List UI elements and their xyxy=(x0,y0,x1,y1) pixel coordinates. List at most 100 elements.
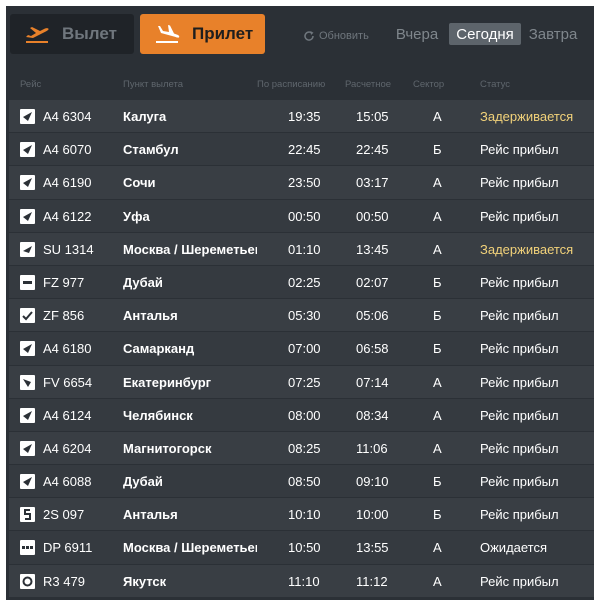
estimated-time: 03:17 xyxy=(356,175,389,191)
scheduled-time: 10:10 xyxy=(288,507,321,523)
table-row[interactable]: A4 6088 Дубай 08:50 09:10 Б Рейс прибыл xyxy=(9,465,594,499)
sector: Б xyxy=(433,274,442,290)
flight-number: R3 479 xyxy=(43,573,85,589)
flight-status: Рейс прибыл xyxy=(480,507,559,523)
scheduled-time: 07:25 xyxy=(288,374,321,390)
arrival-plane-icon xyxy=(152,23,182,45)
origin-city: Челябинск xyxy=(123,407,193,423)
estimated-time: 11:06 xyxy=(356,440,388,456)
origin-city: Самарканд xyxy=(123,341,195,357)
table-row[interactable]: R3 479 Якутск 11:10 11:12 А Рейс прибыл xyxy=(9,564,594,598)
estimated-time: 13:45 xyxy=(356,241,389,257)
table-header: Рейс Пункт вылета По расписанию Расчетно… xyxy=(6,76,594,92)
scheduled-time: 02:25 xyxy=(288,274,321,290)
sector: А xyxy=(433,440,442,456)
sector: Б xyxy=(433,507,442,523)
board-toolbar: Вылет Прилет Обновить Вчера Сегодня Завт… xyxy=(6,6,594,66)
day-yesterday-button[interactable]: Вчера xyxy=(392,23,442,45)
scheduled-time: 07:00 xyxy=(288,341,321,357)
departure-plane-icon xyxy=(22,23,52,45)
airline-logo-a4-icon xyxy=(20,208,35,224)
origin-city: Москва / Шереметьево xyxy=(123,241,257,257)
estimated-time: 02:07 xyxy=(356,274,389,290)
scheduled-time: 23:50 xyxy=(288,175,321,191)
arrivals-tab[interactable]: Прилет xyxy=(140,14,265,54)
origin-city: Дубай xyxy=(123,274,163,290)
flights-table: A4 6304 Калуга 19:35 15:05 А Задерживается A4… xyxy=(9,100,594,598)
scheduled-time: 01:10 xyxy=(288,241,321,257)
table-row[interactable]: A4 6190 Сочи 23:50 03:17 А Рейс прибыл xyxy=(9,166,594,200)
scheduled-time: 00:50 xyxy=(288,208,321,224)
origin-city: Магнитогорск xyxy=(123,440,212,456)
estimated-time: 08:34 xyxy=(356,407,389,423)
refresh-icon xyxy=(304,31,314,41)
flight-status: Рейс прибыл xyxy=(480,142,559,158)
flight-number: 2S 097 xyxy=(43,507,85,523)
sector: Б xyxy=(433,142,442,158)
flight-status: Рейс прибыл xyxy=(480,573,559,589)
flight-status: Рейс прибыл xyxy=(480,274,559,290)
origin-city: Уфа xyxy=(123,208,150,224)
table-row[interactable]: A4 6124 Челябинск 08:00 08:34 А Рейс прибыл xyxy=(9,398,594,432)
origin-city: Калуга xyxy=(123,109,167,124)
origin-city: Екатеринбург xyxy=(123,374,212,390)
table-row[interactable]: FZ 977 Дубай 02:25 02:07 Б Рейс прибыл xyxy=(9,265,594,300)
origin-city: Якутск xyxy=(123,573,167,589)
table-row[interactable]: A4 6122 Уфа 00:50 00:50 А Рейс прибыл xyxy=(9,199,594,233)
refresh-button[interactable]: Обновить xyxy=(303,28,369,44)
flight-status: Рейс прибыл xyxy=(480,374,559,390)
airline-logo-r3-icon xyxy=(20,573,35,589)
flight-number: ZF 856 xyxy=(43,308,85,324)
estimated-time: 13:55 xyxy=(356,540,389,556)
table-row[interactable]: DP 6911 Москва / Шереметьево 10:50 13:55 А Ож… xyxy=(9,531,594,565)
flight-status: Задерживается xyxy=(480,109,574,124)
origin-city: Анталья xyxy=(123,308,178,324)
sector: А xyxy=(433,374,442,390)
sector: А xyxy=(433,407,442,423)
column-header-scheduled: По расписанию xyxy=(257,79,326,90)
flight-board: Вылет Прилет Обновить Вчера Сегодня Завт… xyxy=(6,6,594,600)
day-tomorrow-button[interactable]: Завтра xyxy=(526,23,580,45)
airline-logo-a4-icon xyxy=(20,341,35,357)
estimated-time: 15:05 xyxy=(356,109,389,124)
airline-logo-dp-icon xyxy=(20,540,35,556)
airline-logo-zf-icon xyxy=(20,308,35,324)
column-header-status: Статус xyxy=(480,79,511,90)
table-row[interactable]: A4 6070 Стамбул 22:45 22:45 Б Рейс прибыл xyxy=(9,133,594,167)
airline-logo-a4-icon xyxy=(20,109,35,124)
origin-city: Москва / Шереметьево xyxy=(123,540,257,556)
table-row[interactable]: 2S 097 Анталья 10:10 10:00 Б Рейс прибыл xyxy=(9,498,594,532)
estimated-time: 11:12 xyxy=(356,573,388,589)
airline-logo-fv-icon xyxy=(20,374,35,390)
airline-logo-a4-icon xyxy=(20,175,35,191)
airline-logo-su-icon xyxy=(20,241,35,257)
flight-status: Рейс прибыл xyxy=(480,341,559,357)
table-row[interactable]: FV 6654 Екатеринбург 07:25 07:14 А Рейс прибы… xyxy=(9,365,594,399)
origin-city: Дубай xyxy=(123,474,163,490)
flight-status: Рейс прибыл xyxy=(480,440,559,456)
sector: А xyxy=(433,109,442,124)
sector: А xyxy=(433,573,442,589)
flight-status: Задерживается xyxy=(480,241,574,257)
flight-status: Рейс прибыл xyxy=(480,474,559,490)
airline-logo-a4-icon xyxy=(20,142,35,158)
airline-logo-a4-icon xyxy=(20,440,35,456)
table-row[interactable]: ZF 856 Анталья 05:30 05:06 Б Рейс прибыл xyxy=(9,299,594,333)
table-row[interactable]: A4 6304 Калуга 19:35 15:05 А Задерживается xyxy=(9,100,594,134)
column-header-from: Пункт вылета xyxy=(123,79,183,90)
airline-logo-fz-icon xyxy=(20,274,35,290)
table-row[interactable]: A4 6204 Магнитогорск 08:25 11:06 А Рейс прибы… xyxy=(9,431,594,466)
sector: Б xyxy=(433,474,442,490)
estimated-time: 22:45 xyxy=(356,142,389,158)
flight-number: A4 6180 xyxy=(43,341,92,357)
table-row[interactable]: SU 1314 Москва / Шереметьево 01:10 13:45 А За… xyxy=(9,232,594,266)
flight-status: Рейс прибыл xyxy=(480,407,559,423)
day-today-button[interactable]: Сегодня xyxy=(449,23,521,45)
departures-tab-label: Вылет xyxy=(62,24,117,43)
flight-number: FZ 977 xyxy=(43,274,85,290)
departures-tab[interactable]: Вылет xyxy=(10,14,134,54)
table-row[interactable]: A4 6180 Самарканд 07:00 06:58 Б Рейс прибыл xyxy=(9,332,594,366)
column-header-flight: Рейс xyxy=(20,79,42,90)
airline-logo-a4-icon xyxy=(20,407,35,423)
flight-number: A4 6204 xyxy=(43,440,92,456)
